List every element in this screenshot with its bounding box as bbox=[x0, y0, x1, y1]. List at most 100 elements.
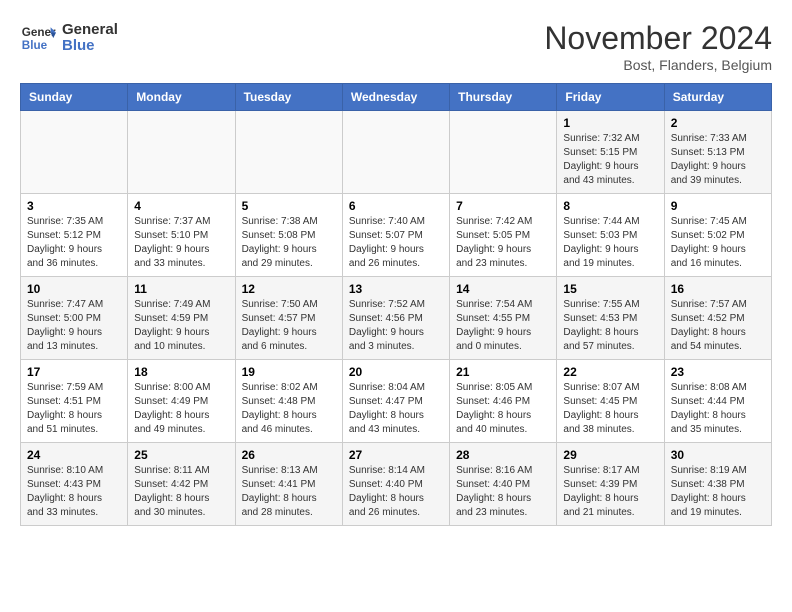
page-header: General Blue General Blue November 2024 … bbox=[20, 20, 772, 73]
day-number: 18 bbox=[134, 365, 228, 379]
day-number: 12 bbox=[242, 282, 336, 296]
day-number: 2 bbox=[671, 116, 765, 130]
weekday-header: Saturday bbox=[664, 84, 771, 111]
calendar-day-cell: 22 Sunrise: 8:07 AM Sunset: 4:45 PM Dayli… bbox=[557, 360, 664, 443]
calendar-day-cell bbox=[21, 111, 128, 194]
location-subtitle: Bost, Flanders, Belgium bbox=[544, 57, 772, 73]
day-info: Sunrise: 7:33 AM Sunset: 5:13 PM Dayligh… bbox=[671, 132, 765, 188]
calendar-day-cell: 6Sunrise: 7:40 AM Sunset: 5:07 PM Daylig… bbox=[342, 194, 449, 277]
calendar-day-cell: 2 Sunrise: 7:33 AM Sunset: 5:13 PM Daylig… bbox=[664, 111, 771, 194]
day-number: 22 bbox=[563, 365, 657, 379]
calendar-day-cell: 29Sunrise: 8:17 AM Sunset: 4:39 PM Dayli… bbox=[557, 443, 664, 526]
svg-text:Blue: Blue bbox=[22, 39, 48, 52]
day-number: 25 bbox=[134, 448, 228, 462]
day-info: Sunrise: 8:13 AM Sunset: 4:41 PM Dayligh… bbox=[242, 464, 336, 520]
day-info: Sunrise: 7:54 AM Sunset: 4:55 PM Dayligh… bbox=[456, 298, 550, 354]
calendar-day-cell: 25 Sunrise: 8:11 AM Sunset: 4:42 PM Dayli… bbox=[128, 443, 235, 526]
day-info: Sunrise: 7:59 AM Sunset: 4:51 PM Dayligh… bbox=[27, 381, 121, 437]
day-number: 6 bbox=[349, 199, 443, 213]
day-number: 30 bbox=[671, 448, 765, 462]
day-info: Sunrise: 7:42 AM Sunset: 5:05 PM Dayligh… bbox=[456, 215, 550, 271]
calendar-day-cell: 10Sunrise: 7:47 AM Sunset: 5:00 PM Dayli… bbox=[21, 277, 128, 360]
calendar-day-cell: 17 Sunrise: 7:59 AM Sunset: 4:51 PM Dayli… bbox=[21, 360, 128, 443]
day-number: 20 bbox=[349, 365, 443, 379]
calendar-day-cell: 15 Sunrise: 7:55 AM Sunset: 4:53 PM Dayli… bbox=[557, 277, 664, 360]
calendar-day-cell: 7 Sunrise: 7:42 AM Sunset: 5:05 PM Daylig… bbox=[450, 194, 557, 277]
day-number: 19 bbox=[242, 365, 336, 379]
day-info: Sunrise: 7:52 AM Sunset: 4:56 PM Dayligh… bbox=[349, 298, 443, 354]
calendar-day-cell bbox=[235, 111, 342, 194]
day-info: Sunrise: 7:49 AM Sunset: 4:59 PM Dayligh… bbox=[134, 298, 228, 354]
calendar-day-cell bbox=[128, 111, 235, 194]
weekday-header: Sunday bbox=[21, 84, 128, 111]
calendar-week-row: 17 Sunrise: 7:59 AM Sunset: 4:51 PM Dayli… bbox=[21, 360, 772, 443]
calendar-day-cell: 16 Sunrise: 7:57 AM Sunset: 4:52 PM Dayli… bbox=[664, 277, 771, 360]
calendar-day-cell: 3Sunrise: 7:35 AM Sunset: 5:12 PM Daylig… bbox=[21, 194, 128, 277]
day-number: 14 bbox=[456, 282, 550, 296]
day-info: Sunrise: 8:14 AM Sunset: 4:40 PM Dayligh… bbox=[349, 464, 443, 520]
day-info: Sunrise: 8:19 AM Sunset: 4:38 PM Dayligh… bbox=[671, 464, 765, 520]
day-number: 4 bbox=[134, 199, 228, 213]
day-info: Sunrise: 7:57 AM Sunset: 4:52 PM Dayligh… bbox=[671, 298, 765, 354]
calendar-table: SundayMondayTuesdayWednesdayThursdayFrid… bbox=[20, 83, 772, 526]
weekday-header-row: SundayMondayTuesdayWednesdayThursdayFrid… bbox=[21, 84, 772, 111]
day-number: 10 bbox=[27, 282, 121, 296]
calendar-week-row: 10Sunrise: 7:47 AM Sunset: 5:00 PM Dayli… bbox=[21, 277, 772, 360]
calendar-body: 1Sunrise: 7:32 AM Sunset: 5:15 PM Daylig… bbox=[21, 111, 772, 526]
day-number: 13 bbox=[349, 282, 443, 296]
day-number: 27 bbox=[349, 448, 443, 462]
calendar-day-cell: 14 Sunrise: 7:54 AM Sunset: 4:55 PM Dayli… bbox=[450, 277, 557, 360]
day-info: Sunrise: 8:00 AM Sunset: 4:49 PM Dayligh… bbox=[134, 381, 228, 437]
day-number: 15 bbox=[563, 282, 657, 296]
calendar-day-cell: 19 Sunrise: 8:02 AM Sunset: 4:48 PM Dayli… bbox=[235, 360, 342, 443]
day-info: Sunrise: 7:55 AM Sunset: 4:53 PM Dayligh… bbox=[563, 298, 657, 354]
calendar-day-cell: 18 Sunrise: 8:00 AM Sunset: 4:49 PM Dayli… bbox=[128, 360, 235, 443]
calendar-day-cell: 9Sunrise: 7:45 AM Sunset: 5:02 PM Daylig… bbox=[664, 194, 771, 277]
day-info: Sunrise: 7:44 AM Sunset: 5:03 PM Dayligh… bbox=[563, 215, 657, 271]
day-number: 24 bbox=[27, 448, 121, 462]
day-number: 26 bbox=[242, 448, 336, 462]
calendar-week-row: 1Sunrise: 7:32 AM Sunset: 5:15 PM Daylig… bbox=[21, 111, 772, 194]
weekday-header: Wednesday bbox=[342, 84, 449, 111]
calendar-day-cell: 27 Sunrise: 8:14 AM Sunset: 4:40 PM Dayli… bbox=[342, 443, 449, 526]
day-number: 28 bbox=[456, 448, 550, 462]
day-number: 23 bbox=[671, 365, 765, 379]
logo: General Blue General Blue bbox=[20, 20, 118, 56]
day-info: Sunrise: 8:04 AM Sunset: 4:47 PM Dayligh… bbox=[349, 381, 443, 437]
calendar-day-cell: 12 Sunrise: 7:50 AM Sunset: 4:57 PM Dayli… bbox=[235, 277, 342, 360]
calendar-day-cell: 1Sunrise: 7:32 AM Sunset: 5:15 PM Daylig… bbox=[557, 111, 664, 194]
calendar-day-cell: 24Sunrise: 8:10 AM Sunset: 4:43 PM Dayli… bbox=[21, 443, 128, 526]
day-info: Sunrise: 7:50 AM Sunset: 4:57 PM Dayligh… bbox=[242, 298, 336, 354]
calendar-day-cell: 28 Sunrise: 8:16 AM Sunset: 4:40 PM Dayli… bbox=[450, 443, 557, 526]
calendar-week-row: 3Sunrise: 7:35 AM Sunset: 5:12 PM Daylig… bbox=[21, 194, 772, 277]
day-info: Sunrise: 8:11 AM Sunset: 4:42 PM Dayligh… bbox=[134, 464, 228, 520]
day-info: Sunrise: 8:02 AM Sunset: 4:48 PM Dayligh… bbox=[242, 381, 336, 437]
calendar-day-cell: 21Sunrise: 8:05 AM Sunset: 4:46 PM Dayli… bbox=[450, 360, 557, 443]
weekday-header: Friday bbox=[557, 84, 664, 111]
month-title: November 2024 bbox=[544, 20, 772, 57]
day-info: Sunrise: 7:38 AM Sunset: 5:08 PM Dayligh… bbox=[242, 215, 336, 271]
day-number: 17 bbox=[27, 365, 121, 379]
day-info: Sunrise: 7:35 AM Sunset: 5:12 PM Dayligh… bbox=[27, 215, 121, 271]
day-info: Sunrise: 7:37 AM Sunset: 5:10 PM Dayligh… bbox=[134, 215, 228, 271]
calendar-day-cell: 13 Sunrise: 7:52 AM Sunset: 4:56 PM Dayli… bbox=[342, 277, 449, 360]
day-number: 5 bbox=[242, 199, 336, 213]
calendar-day-cell bbox=[342, 111, 449, 194]
day-number: 11 bbox=[134, 282, 228, 296]
calendar-day-cell bbox=[450, 111, 557, 194]
calendar-day-cell: 26 Sunrise: 8:13 AM Sunset: 4:41 PM Dayli… bbox=[235, 443, 342, 526]
day-number: 29 bbox=[563, 448, 657, 462]
calendar-week-row: 24Sunrise: 8:10 AM Sunset: 4:43 PM Dayli… bbox=[21, 443, 772, 526]
calendar-day-cell: 4 Sunrise: 7:37 AM Sunset: 5:10 PM Daylig… bbox=[128, 194, 235, 277]
logo-icon: General Blue bbox=[20, 20, 56, 56]
day-number: 21 bbox=[456, 365, 550, 379]
day-number: 1 bbox=[563, 116, 657, 130]
logo-line2: Blue bbox=[62, 38, 118, 55]
day-info: Sunrise: 7:45 AM Sunset: 5:02 PM Dayligh… bbox=[671, 215, 765, 271]
day-info: Sunrise: 8:16 AM Sunset: 4:40 PM Dayligh… bbox=[456, 464, 550, 520]
day-number: 16 bbox=[671, 282, 765, 296]
calendar-day-cell: 20 Sunrise: 8:04 AM Sunset: 4:47 PM Dayli… bbox=[342, 360, 449, 443]
day-number: 7 bbox=[456, 199, 550, 213]
day-number: 8 bbox=[563, 199, 657, 213]
day-info: Sunrise: 8:07 AM Sunset: 4:45 PM Dayligh… bbox=[563, 381, 657, 437]
